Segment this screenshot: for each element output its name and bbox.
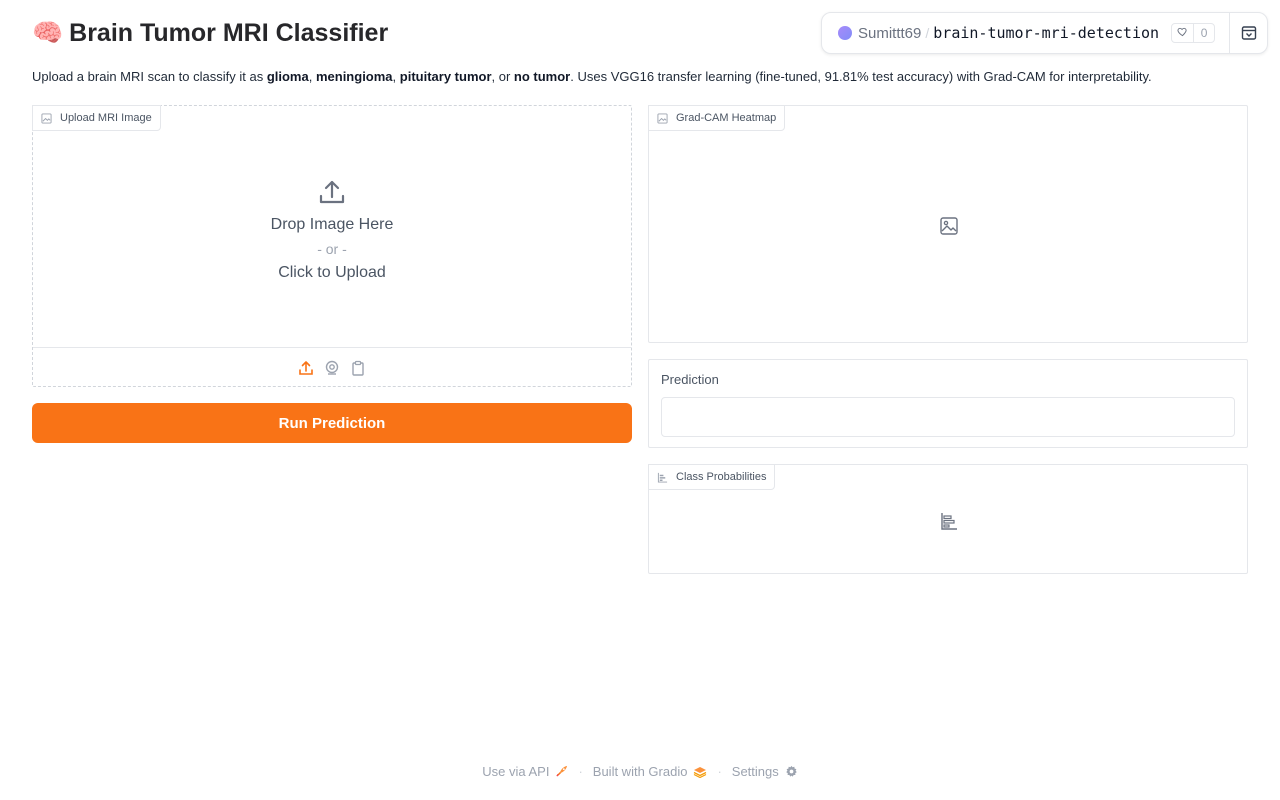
heart-icon [1172, 24, 1195, 42]
upload-source-icon [299, 360, 313, 375]
upload-icon [319, 180, 345, 203]
like-button[interactable]: 0 [1171, 23, 1216, 43]
class-meningioma: meningioma [315, 69, 393, 84]
or-text: - or - [317, 240, 347, 257]
use-api-link[interactable]: Use via API [482, 764, 568, 779]
path-separator: / [925, 25, 930, 41]
prediction-label: Prediction [661, 372, 719, 387]
app-title: 🧠 Brain Tumor MRI Classifier [32, 18, 388, 48]
image-icon [657, 112, 668, 124]
gradcam-label: Grad-CAM Heatmap [648, 105, 786, 131]
like-count: 0 [1200, 26, 1208, 40]
avatar[interactable] [838, 26, 852, 40]
settings-link[interactable]: Settings [732, 764, 798, 779]
prediction-output-field[interactable] [661, 397, 1235, 437]
image-placeholder-icon [940, 217, 958, 235]
class-probabilities-panel: Class Probabilities [648, 464, 1248, 574]
click-upload-text: Click to Upload [278, 263, 386, 281]
rocket-icon [556, 765, 568, 777]
probabilities-label: Class Probabilities [648, 464, 776, 490]
class-no-tumor: no tumor [513, 69, 571, 84]
source-selector [33, 347, 631, 387]
clipboard-source-button[interactable] [349, 359, 367, 377]
gradcam-output-panel: Grad-CAM Heatmap [648, 105, 1248, 343]
collapse-header-button[interactable] [1229, 13, 1267, 53]
footer-separator: · [717, 764, 722, 779]
class-glioma: glioma [266, 69, 309, 84]
clipboard-icon [352, 360, 364, 376]
collapse-icon [1241, 26, 1256, 40]
space-header-badge: Sumittt69 / brain-tumor-mri-detection 0 [821, 12, 1268, 54]
upload-source-button[interactable] [297, 359, 315, 377]
run-prediction-button[interactable]: Run Prediction [32, 403, 632, 443]
built-with-gradio-link[interactable]: Built with Gradio [593, 764, 708, 779]
class-pituitary: pituitary tumor [399, 69, 492, 84]
space-owner-link[interactable]: Sumittt69 [858, 25, 921, 42]
webcam-source-button[interactable] [323, 359, 341, 377]
app-description: Upload a brain MRI scan to classify it a… [32, 69, 1152, 84]
upload-image-panel: Upload MRI Image Drop Image Here - or - … [32, 105, 632, 387]
webcam-icon [325, 360, 339, 375]
footer-separator: · [578, 764, 583, 779]
image-drop-zone[interactable]: Drop Image Here - or - Click to Upload [33, 106, 631, 347]
brain-emoji-icon: 🧠 [32, 18, 64, 47]
bar-chart-icon [657, 472, 668, 483]
footer: Use via API · Built with Gradio · Settin… [0, 764, 1280, 779]
gradio-logo-icon [694, 766, 707, 778]
space-repo-link[interactable]: brain-tumor-mri-detection [933, 24, 1159, 42]
drop-text: Drop Image Here [270, 215, 394, 233]
page-title: Brain Tumor MRI Classifier [69, 18, 389, 47]
gear-icon [785, 765, 797, 777]
prediction-panel: Prediction [648, 359, 1248, 448]
bar-chart-placeholder-icon [941, 513, 957, 530]
